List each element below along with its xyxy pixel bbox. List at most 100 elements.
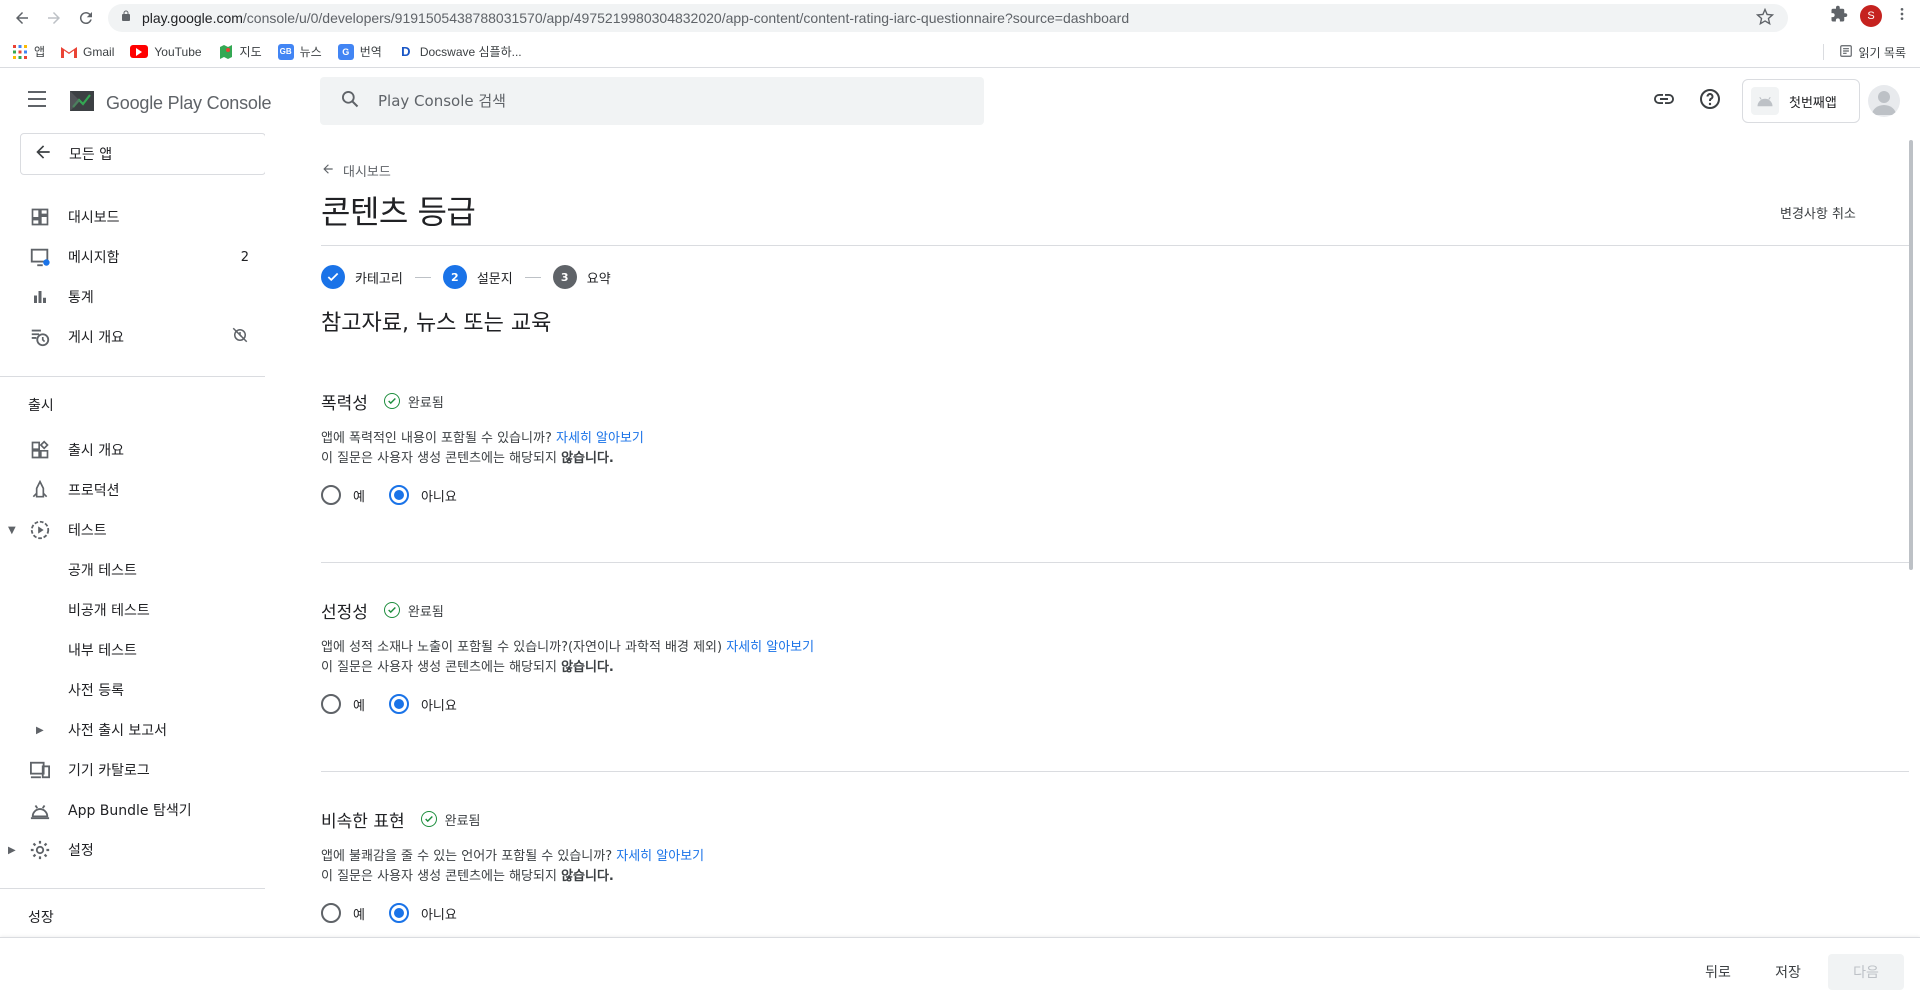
sidebar-item-app-bundle-explorer[interactable]: App Bundle 탐색기 — [0, 790, 265, 830]
bookmark-gmail[interactable]: Gmail — [61, 44, 114, 60]
step-questionnaire[interactable]: 2 설문지 — [442, 265, 513, 289]
question-text: 앱에 폭력적인 내용이 포함될 수 있습니까? 자세히 알아보기 이 질문은 사… — [321, 431, 644, 466]
learn-more-link[interactable]: 자세히 알아보기 — [556, 431, 644, 446]
reload-icon[interactable] — [72, 4, 100, 32]
account-avatar[interactable] — [1868, 85, 1900, 117]
news-icon: GB — [277, 43, 294, 60]
hamburger-menu-icon[interactable] — [28, 91, 52, 111]
bookmark-maps[interactable]: 지도 — [218, 43, 262, 60]
breadcrumb[interactable]: 대시보드 — [321, 161, 391, 180]
search-input[interactable] — [378, 92, 938, 110]
bookmarks-bar: 앱 Gmail YouTube 지도 GB 뉴스 G 번역 D Docswave… — [0, 36, 1920, 68]
all-apps-button[interactable]: 모든 앱 — [20, 133, 265, 175]
learn-more-link[interactable]: 자세히 알아보기 — [616, 849, 704, 864]
question-divider — [321, 771, 1909, 772]
check-circle-icon — [383, 602, 400, 618]
discard-changes-button[interactable]: 변경사항 취소 — [1780, 203, 1856, 222]
sidebar-item-open-testing[interactable]: 공개 테스트 — [0, 550, 265, 590]
forward-arrow-icon[interactable] — [40, 4, 68, 32]
sidebar-item-settings[interactable]: ▶ 설정 — [0, 830, 265, 870]
step-connector — [414, 276, 431, 278]
managed-publishing-off-icon — [231, 326, 249, 348]
bookmark-news[interactable]: GB 뉴스 — [277, 43, 322, 60]
save-button[interactable]: 저장 — [1760, 954, 1816, 990]
bookmark-translate[interactable]: G 번역 — [337, 43, 382, 60]
release-overview-icon — [28, 438, 52, 462]
app-selector-chip[interactable]: 첫번째앱 — [1742, 79, 1860, 123]
growth-section-label: 성장 — [28, 910, 54, 926]
question-divider — [321, 562, 1909, 563]
extensions-puzzle-icon[interactable] — [1830, 5, 1848, 27]
help-icon[interactable] — [1698, 87, 1722, 115]
app-header: Google Play Console 첫번째앱 — [0, 69, 1920, 133]
app-name: 첫번째앱 — [1789, 95, 1837, 111]
translate-icon: G — [337, 43, 354, 60]
chevron-right-icon[interactable]: ▶ — [8, 845, 16, 856]
back-button[interactable]: 뒤로 — [1690, 954, 1746, 990]
radio-yes[interactable]: 예 — [321, 485, 365, 505]
back-arrow-icon[interactable] — [8, 4, 36, 32]
bookmark-apps[interactable]: 앱 — [12, 43, 45, 60]
inbox-icon — [28, 245, 52, 269]
sidebar-item-statistics[interactable]: 통계 — [0, 277, 265, 317]
step-summary[interactable]: 3 요약 — [552, 265, 611, 289]
question-text: 앱에 불쾌감을 줄 수 있는 언어가 포함될 수 있습니까? 자세히 알아보기 … — [321, 849, 705, 884]
radio-no[interactable]: 아니요 — [388, 903, 457, 923]
sidebar-item-pre-registration[interactable]: 사전 등록 — [0, 670, 265, 710]
step-category[interactable]: 카테고리 — [321, 265, 403, 289]
question-title: 비속한 표현 — [321, 811, 405, 832]
reading-list[interactable]: 읽기 목록 — [1839, 44, 1906, 61]
page-title: 콘텐츠 등급 — [321, 193, 476, 231]
radio-group: 예 아니요 — [321, 694, 1909, 714]
check-circle-icon — [420, 811, 437, 827]
sidebar-item-production[interactable]: 프로덕션 — [0, 470, 265, 510]
radio-yes[interactable]: 예 — [321, 903, 365, 923]
sidebar-item-device-catalog[interactable]: 기기 카탈로그 — [0, 750, 265, 790]
sidebar-item-pre-launch-report[interactable]: ▶ 사전 출시 보고서 — [0, 710, 265, 750]
title-divider — [321, 245, 1909, 246]
youtube-icon — [130, 45, 149, 58]
radio-no[interactable]: 아니요 — [388, 694, 457, 714]
check-circle-icon — [383, 393, 400, 409]
gmail-icon — [61, 44, 78, 60]
sidebar-item-dashboard[interactable]: 대시보드 — [0, 197, 265, 237]
url-text: play.google.com/console/u/0/developers/9… — [142, 10, 1130, 26]
chevron-right-icon[interactable]: ▶ — [36, 725, 44, 736]
radio-group: 예 아니요 — [321, 903, 1909, 923]
next-button[interactable]: 다음 — [1828, 954, 1904, 990]
learn-more-link[interactable]: 자세히 알아보기 — [726, 640, 814, 655]
question-title: 선정성 — [321, 602, 368, 623]
question-text: 앱에 성적 소재나 노출이 포함될 수 있습니까?(자연이나 과학적 배경 제외… — [321, 640, 815, 675]
device-catalog-icon — [28, 758, 52, 782]
address-bar[interactable]: play.google.com/console/u/0/developers/9… — [108, 4, 1788, 32]
sidebar-item-publishing-overview[interactable]: 게시 개요 — [0, 317, 265, 357]
question-violence: 폭력성 완료됨 앱에 폭력적인 내용이 포함될 수 있습니까? 자세히 알아보기… — [321, 387, 1909, 505]
sidebar-item-testing[interactable]: ▼ 테스트 — [0, 510, 265, 550]
search-box[interactable] — [320, 77, 984, 125]
section-title: 참고자료, 뉴스 또는 교육 — [321, 311, 552, 336]
step-number: 2 — [442, 265, 467, 289]
bookmark-youtube[interactable]: YouTube — [130, 45, 202, 59]
kebab-menu-icon[interactable] — [1894, 5, 1910, 27]
bookmark-docswave[interactable]: D Docswave 심플하... — [398, 43, 522, 60]
link-icon[interactable] — [1652, 87, 1676, 115]
main-content: 대시보드 콘텐츠 등급 변경사항 취소 카테고리 2 설문지 3 요약 참고자료… — [265, 133, 1920, 937]
chevron-down-icon[interactable]: ▼ — [8, 525, 16, 536]
sidebar-item-inbox[interactable]: 메시지함 2 — [0, 237, 265, 277]
search-icon — [340, 89, 360, 113]
play-console-logo-icon — [68, 87, 96, 119]
play-console-logo[interactable]: Google Play Console — [68, 87, 272, 119]
sidebar-divider — [0, 376, 265, 377]
sidebar-item-closed-testing[interactable]: 비공개 테스트 — [0, 590, 265, 630]
sidebar-item-internal-testing[interactable]: 내부 테스트 — [0, 630, 265, 670]
radio-no[interactable]: 아니요 — [388, 485, 457, 505]
sidebar-divider — [0, 888, 265, 889]
arrow-back-icon — [33, 142, 53, 166]
step-connector — [524, 276, 541, 278]
sidebar-item-release-overview[interactable]: 출시 개요 — [0, 430, 265, 470]
profile-avatar[interactable]: S — [1860, 5, 1882, 27]
radio-yes[interactable]: 예 — [321, 694, 365, 714]
page-scrollbar[interactable] — [1909, 140, 1913, 570]
bookmark-star-icon[interactable] — [1755, 7, 1775, 30]
dashboard-icon — [28, 205, 52, 229]
